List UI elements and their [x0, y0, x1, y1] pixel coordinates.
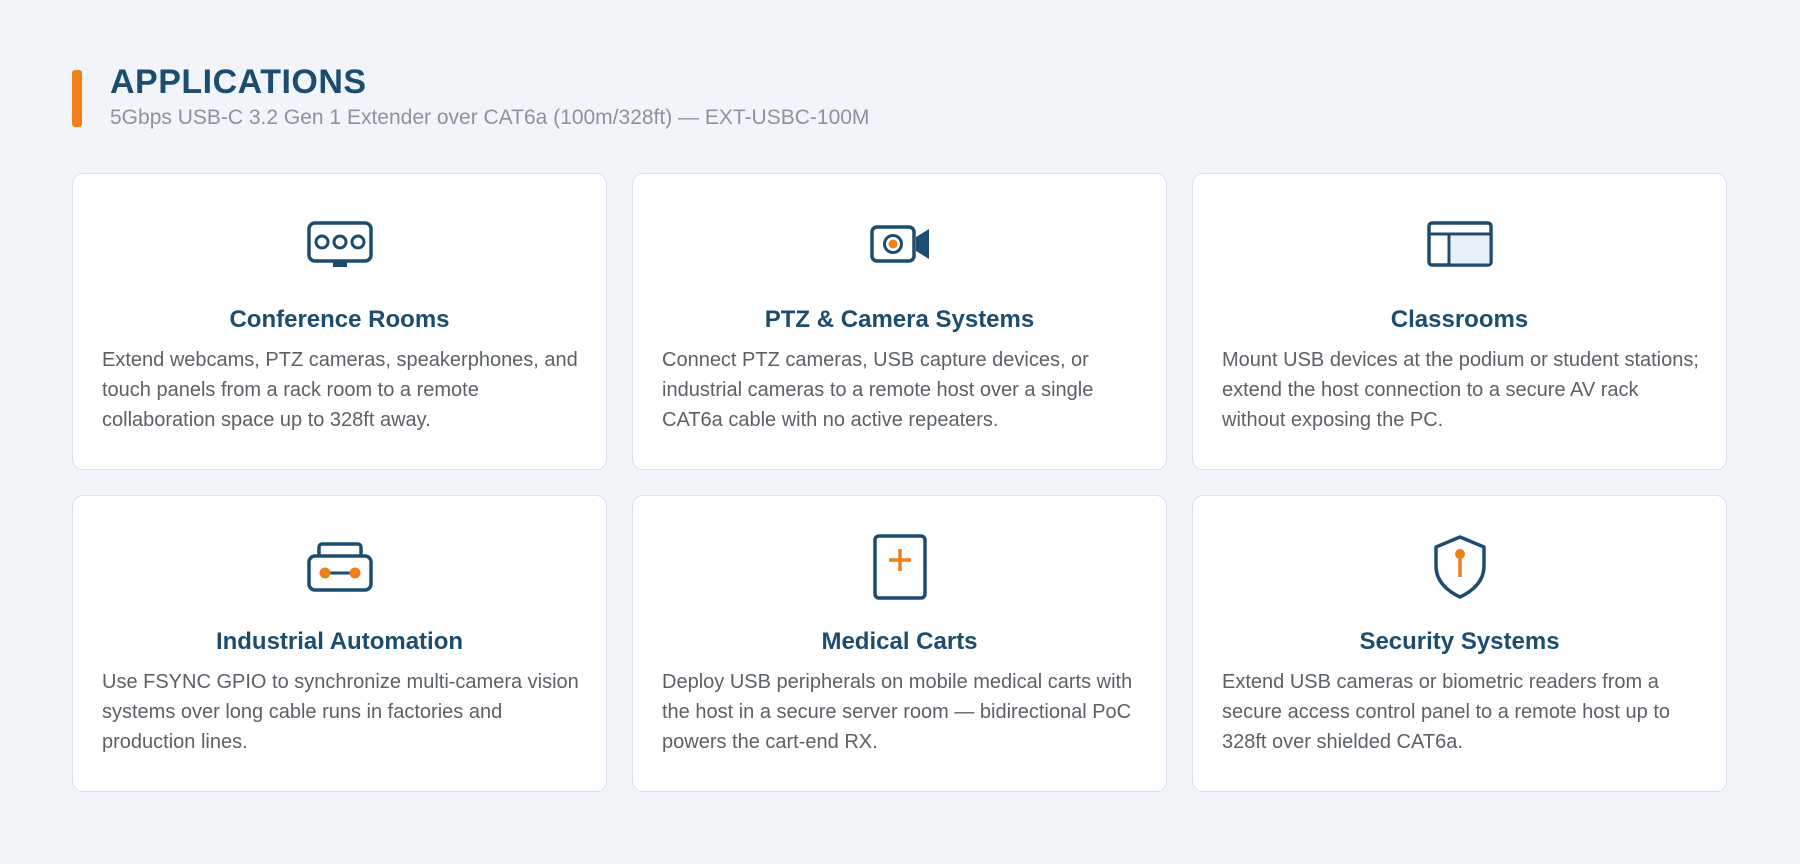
- card-description: Extend webcams, PTZ cameras, speakerphon…: [102, 349, 578, 431]
- applications-grid: Conference Rooms Extend webcams, PTZ cam…: [72, 173, 1728, 792]
- card-description: Use FSYNC GPIO to synchronize multi-came…: [102, 671, 579, 753]
- camera-icon: [633, 216, 1166, 274]
- card-description: Extend USB cameras or biometric readers …: [1222, 671, 1671, 753]
- application-card-conference-rooms: Conference Rooms Extend webcams, PTZ cam…: [72, 173, 607, 470]
- application-card-industrial-automation: Industrial Automation Use FSYNC GPIO to …: [72, 495, 607, 792]
- page-subtitle: 5Gbps USB-C 3.2 Gen 1 Extender over CAT6…: [110, 106, 870, 129]
- card-description: Mount USB devices at the podium or stude…: [1222, 349, 1699, 431]
- card-title: Security Systems: [1359, 628, 1560, 655]
- security-shield-icon: [1193, 535, 1726, 599]
- card-title: Classrooms: [1390, 306, 1529, 333]
- application-card-medical-carts: Medical Carts Deploy USB peripherals on …: [632, 495, 1167, 792]
- card-title: PTZ & Camera Systems: [764, 306, 1035, 333]
- application-card-security-systems: Security Systems Extend USB cameras or b…: [1192, 495, 1727, 792]
- conference-room-icon: [73, 216, 606, 274]
- header-accent-bar: [72, 70, 82, 127]
- application-card-classrooms: Classrooms Mount USB devices at the podi…: [1192, 173, 1727, 470]
- card-description: Deploy USB peripherals on mobile medical…: [662, 671, 1133, 753]
- page-title: APPLICATIONS: [110, 63, 367, 101]
- application-card-ptz-camera-systems: PTZ & Camera Systems Connect PTZ cameras…: [632, 173, 1167, 470]
- classroom-board-icon: [1193, 216, 1726, 274]
- card-title: Industrial Automation: [215, 628, 464, 655]
- card-title: Conference Rooms: [229, 306, 450, 333]
- card-description: Connect PTZ cameras, USB capture devices…: [662, 349, 1094, 431]
- medical-cross-icon: [633, 534, 1166, 600]
- card-title: Medical Carts: [821, 628, 978, 655]
- industrial-machine-icon: [73, 538, 606, 596]
